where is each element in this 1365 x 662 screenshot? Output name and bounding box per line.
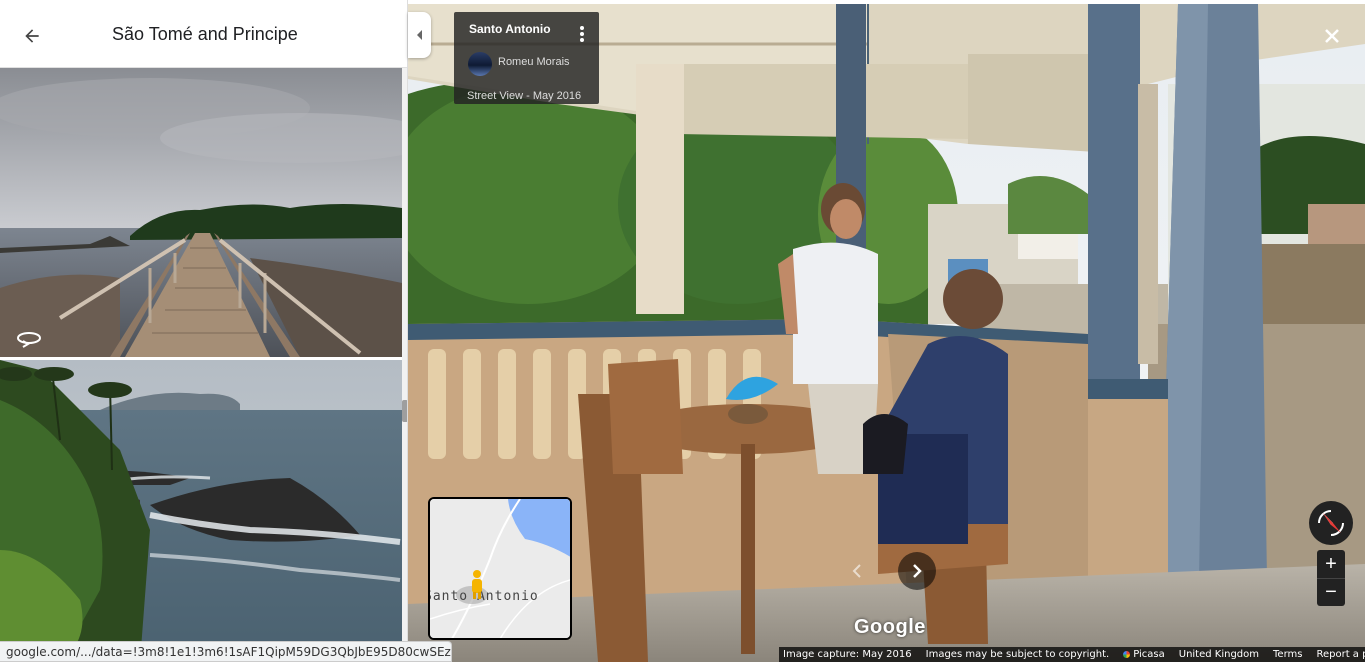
photo-thumbnail-coast[interactable]: [0, 360, 402, 662]
picasa-link[interactable]: Picasa: [1123, 649, 1165, 660]
author-avatar[interactable]: [468, 52, 492, 76]
minimap-image: [430, 499, 570, 638]
capture-label: Street View - May 2016: [467, 90, 582, 102]
pier-image: [0, 68, 402, 357]
zoom-out-button[interactable]: −: [1317, 578, 1345, 606]
panel-title: São Tomé and Principe: [112, 24, 298, 44]
capture-date-text: Image capture: May 2016: [783, 649, 912, 660]
close-icon: [1325, 29, 1339, 43]
360-icon: [17, 332, 41, 348]
google-logo: Google: [854, 616, 926, 638]
next-photo-button[interactable]: [898, 552, 936, 590]
location-info-card: Santo Antonio Romeu Morais Street View -…: [454, 12, 599, 104]
coast-image: [0, 360, 402, 662]
report-problem-link[interactable]: Report a problem: [1316, 649, 1365, 660]
back-button[interactable]: [16, 20, 48, 52]
chevron-left-icon: [852, 564, 861, 578]
app-root: São Tomé and Principe Santo Antonio Rome…: [0, 0, 1365, 662]
photo-thumbnail-pier[interactable]: [0, 68, 402, 357]
pegman-icon[interactable]: [470, 569, 484, 599]
author-name[interactable]: Romeu Morais: [498, 56, 570, 68]
zoom-in-button[interactable]: +: [1317, 550, 1345, 578]
close-button[interactable]: [1318, 22, 1346, 50]
photo-list-panel: São Tomé and Principe: [0, 0, 408, 662]
region-link[interactable]: United Kingdom: [1179, 649, 1259, 660]
minimap[interactable]: Santo Antonio: [428, 497, 572, 640]
previous-photo-button[interactable]: [842, 556, 872, 586]
arrow-back-icon: [25, 29, 39, 43]
panel-header: São Tomé and Principe: [0, 0, 407, 68]
attribution-bar: Image capture: May 2016 Images may be su…: [779, 647, 1365, 662]
chevron-right-icon: [913, 564, 922, 578]
collapse-panel-button[interactable]: [408, 12, 431, 58]
copyright-text: Images may be subject to copyright.: [925, 649, 1110, 660]
compass-icon[interactable]: [1307, 499, 1355, 547]
browser-status-url: google.com/.../data=!3m8!1e1!3m6!1sAF1Qi…: [0, 641, 452, 662]
more-options-icon[interactable]: [576, 24, 588, 44]
picasa-icon: [1123, 650, 1131, 658]
chevron-left-icon: [416, 30, 422, 40]
terms-link[interactable]: Terms: [1273, 649, 1302, 660]
zoom-controls: + −: [1317, 550, 1345, 606]
location-title[interactable]: Santo Antonio: [469, 22, 551, 36]
